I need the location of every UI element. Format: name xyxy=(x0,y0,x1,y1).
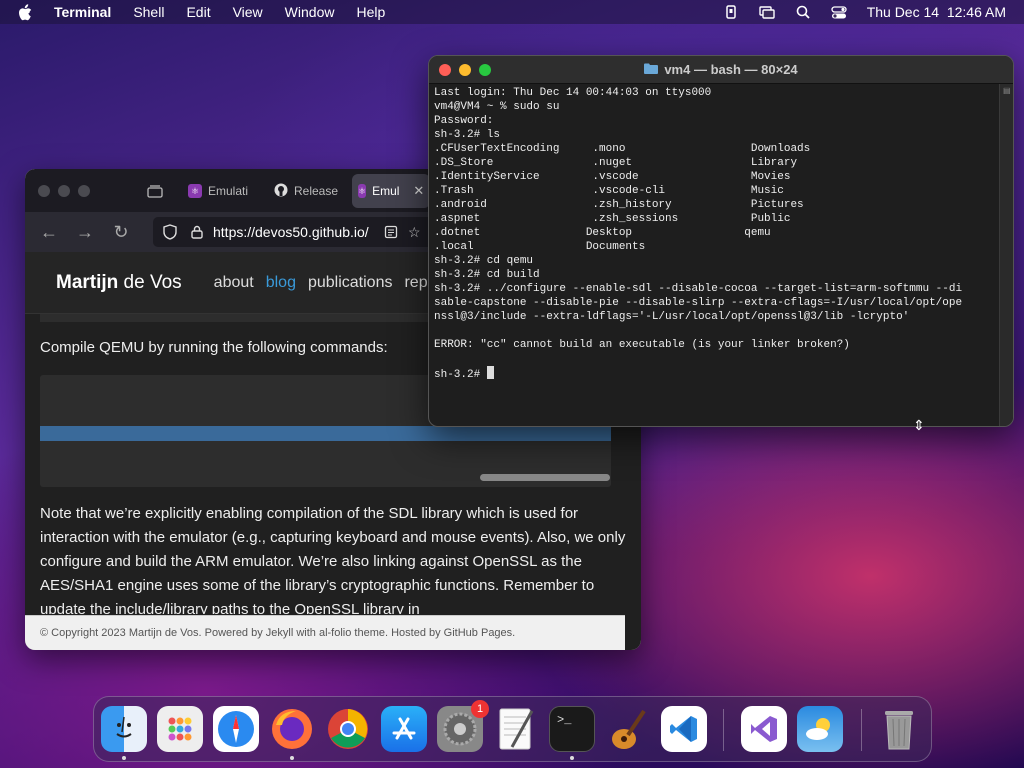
terminal-window[interactable]: vm4 — bash — 80×24 Last login: Thu Dec 1… xyxy=(428,55,1014,427)
visual-studio-icon[interactable] xyxy=(741,706,787,752)
menu-view[interactable]: View xyxy=(233,0,263,24)
firefox-running-dot xyxy=(290,756,294,760)
menu-bar: Terminal Shell Edit View Window Help Thu… xyxy=(0,0,1024,24)
selected-code-line xyxy=(40,426,611,441)
terminal-line: .IdentityService .vscode Movies xyxy=(434,171,791,183)
terminal-scrollbar[interactable]: ▤ xyxy=(999,84,1013,426)
terminal-line: sh-3.2# ls xyxy=(434,129,501,141)
menu-shell[interactable]: Shell xyxy=(133,0,164,24)
terminal-line: .aspnet .zsh_sessions Public xyxy=(434,213,791,225)
terminal-line: .local Documents xyxy=(434,241,646,253)
terminal-line: ERROR: "cc" cannot build an executable (… xyxy=(434,339,850,351)
menu-help[interactable]: Help xyxy=(356,0,385,24)
forward-arrow-icon[interactable]: → xyxy=(75,222,95,242)
terminal-line: nssl@3/include --extra-ldflags='-L/usr/l… xyxy=(434,311,910,323)
firefox-view-icon[interactable] xyxy=(146,182,164,200)
tracking-shield-icon[interactable] xyxy=(163,224,177,240)
tab-close-icon[interactable]: ✕ xyxy=(413,183,424,199)
terminal-running-dot xyxy=(570,756,574,760)
scroll-up-arrow-icon[interactable]: ▤ xyxy=(1003,86,1011,95)
finder-icon[interactable] xyxy=(101,706,147,752)
terminal-line: .android .zsh_history Pictures xyxy=(434,199,804,211)
terminal-titlebar[interactable]: vm4 — bash — 80×24 xyxy=(429,56,1013,84)
apple-menu-icon[interactable] xyxy=(18,3,36,21)
bookmark-star-icon[interactable]: ☆ xyxy=(408,224,421,241)
weather-icon[interactable] xyxy=(797,706,843,752)
terminal-line: sable-capstone --disable-pie --disable-s… xyxy=(434,297,963,309)
article-paragraph: Note that we’re explicitly enabling comp… xyxy=(40,505,626,614)
footer-text: © Copyright 2023 Martijn de Vos. Powered… xyxy=(40,627,516,639)
tab-emulation-1[interactable]: ⚛ Emulati xyxy=(182,174,264,208)
tab-release[interactable]: Release xyxy=(268,174,352,208)
finder-running-dot xyxy=(122,756,126,760)
nav-link-about[interactable]: about xyxy=(214,274,254,292)
site-nav: about blog publications rep xyxy=(214,274,428,292)
menu-clock[interactable]: Thu Dec 14 12:46 AM xyxy=(867,4,1006,20)
spotlight-search-icon[interactable] xyxy=(795,5,811,19)
terminal-line: sh-3.2# ../configure --enable-sdl --disa… xyxy=(434,283,963,295)
dock-separator xyxy=(861,709,862,751)
terminal-line: .CFUserTextEncoding .mono Downloads xyxy=(434,143,811,155)
close-window-button[interactable] xyxy=(38,184,50,197)
tab-favicon-icon: ⚛ xyxy=(358,184,367,198)
terminal-output[interactable]: Last login: Thu Dec 14 00:44:03 on ttys0… xyxy=(434,86,999,382)
screen-mirroring-icon[interactable] xyxy=(758,5,775,19)
vscode-icon[interactable] xyxy=(661,706,707,752)
notification-badge: 1 xyxy=(471,700,489,718)
menu-edit[interactable]: Edit xyxy=(186,0,210,24)
terminal-line: .Trash .vscode-cli Music xyxy=(434,185,784,197)
github-icon xyxy=(274,183,288,200)
textedit-icon[interactable] xyxy=(493,706,539,752)
folder-icon xyxy=(644,62,659,77)
tab-favicon-icon: ⚛ xyxy=(188,184,202,198)
tab-label: Emulati xyxy=(208,184,249,198)
terminal-title: vm4 — bash — 80×24 xyxy=(429,62,1013,77)
zoom-window-button[interactable] xyxy=(78,184,90,197)
terminal-icon[interactable]: >_ xyxy=(549,706,595,752)
reader-view-icon[interactable] xyxy=(384,225,398,239)
system-settings-icon[interactable]: 1 xyxy=(437,700,489,752)
phone-status-icon[interactable] xyxy=(723,5,739,19)
tab-label: Emul xyxy=(372,184,400,198)
resize-cursor-icon: ⇕ xyxy=(913,417,925,433)
terminal-line: sh-3.2# cd qemu xyxy=(434,255,534,267)
launchpad-icon[interactable] xyxy=(157,706,203,752)
terminal-line: .dotnet Desktop qemu xyxy=(434,227,771,239)
app-store-icon[interactable] xyxy=(381,706,427,752)
back-arrow-icon[interactable]: ← xyxy=(39,222,59,242)
menu-window[interactable]: Window xyxy=(285,0,335,24)
trash-icon[interactable] xyxy=(876,706,922,752)
terminal-line: Password: xyxy=(434,115,494,127)
site-brand[interactable]: Martijn de Vos xyxy=(56,272,182,294)
terminal-line: .DS_Store .nuget Library xyxy=(434,157,798,169)
text-cursor xyxy=(486,366,494,379)
menu-app-name[interactable]: Terminal xyxy=(54,0,111,24)
terminal-line: sh-3.2# cd build xyxy=(434,269,540,281)
dock: 1 >_ xyxy=(93,696,932,762)
reload-icon[interactable]: ↻ xyxy=(111,222,131,242)
control-center-icon[interactable] xyxy=(831,5,847,19)
chrome-icon[interactable] xyxy=(325,706,371,752)
safari-icon[interactable] xyxy=(213,706,259,752)
terminal-line: sh-3.2# xyxy=(434,366,999,382)
firefox-icon[interactable] xyxy=(269,706,315,752)
code-horizontal-scrollbar[interactable] xyxy=(480,474,610,481)
nav-link-blog[interactable]: blog xyxy=(266,274,296,292)
url-bar[interactable]: https://devos50.github.io/ ☆ xyxy=(153,217,433,247)
terminal-line: vm4@VM4 ~ % sudo su xyxy=(434,101,560,113)
garageband-icon[interactable] xyxy=(605,706,651,752)
nav-link-repositories[interactable]: rep xyxy=(404,274,427,292)
nav-link-publications[interactable]: publications xyxy=(308,274,393,292)
site-footer: © Copyright 2023 Martijn de Vos. Powered… xyxy=(25,615,625,650)
tab-label: Release xyxy=(294,184,339,198)
dock-separator xyxy=(723,709,724,751)
window-controls xyxy=(38,184,90,197)
url-text: https://devos50.github.io/ xyxy=(213,224,369,240)
minimize-window-button[interactable] xyxy=(58,184,70,197)
lock-icon[interactable] xyxy=(191,225,203,239)
tab-emulation-active[interactable]: ⚛ Emul ✕ xyxy=(352,174,430,208)
terminal-line: Last login: Thu Dec 14 00:44:03 on ttys0… xyxy=(434,87,712,99)
